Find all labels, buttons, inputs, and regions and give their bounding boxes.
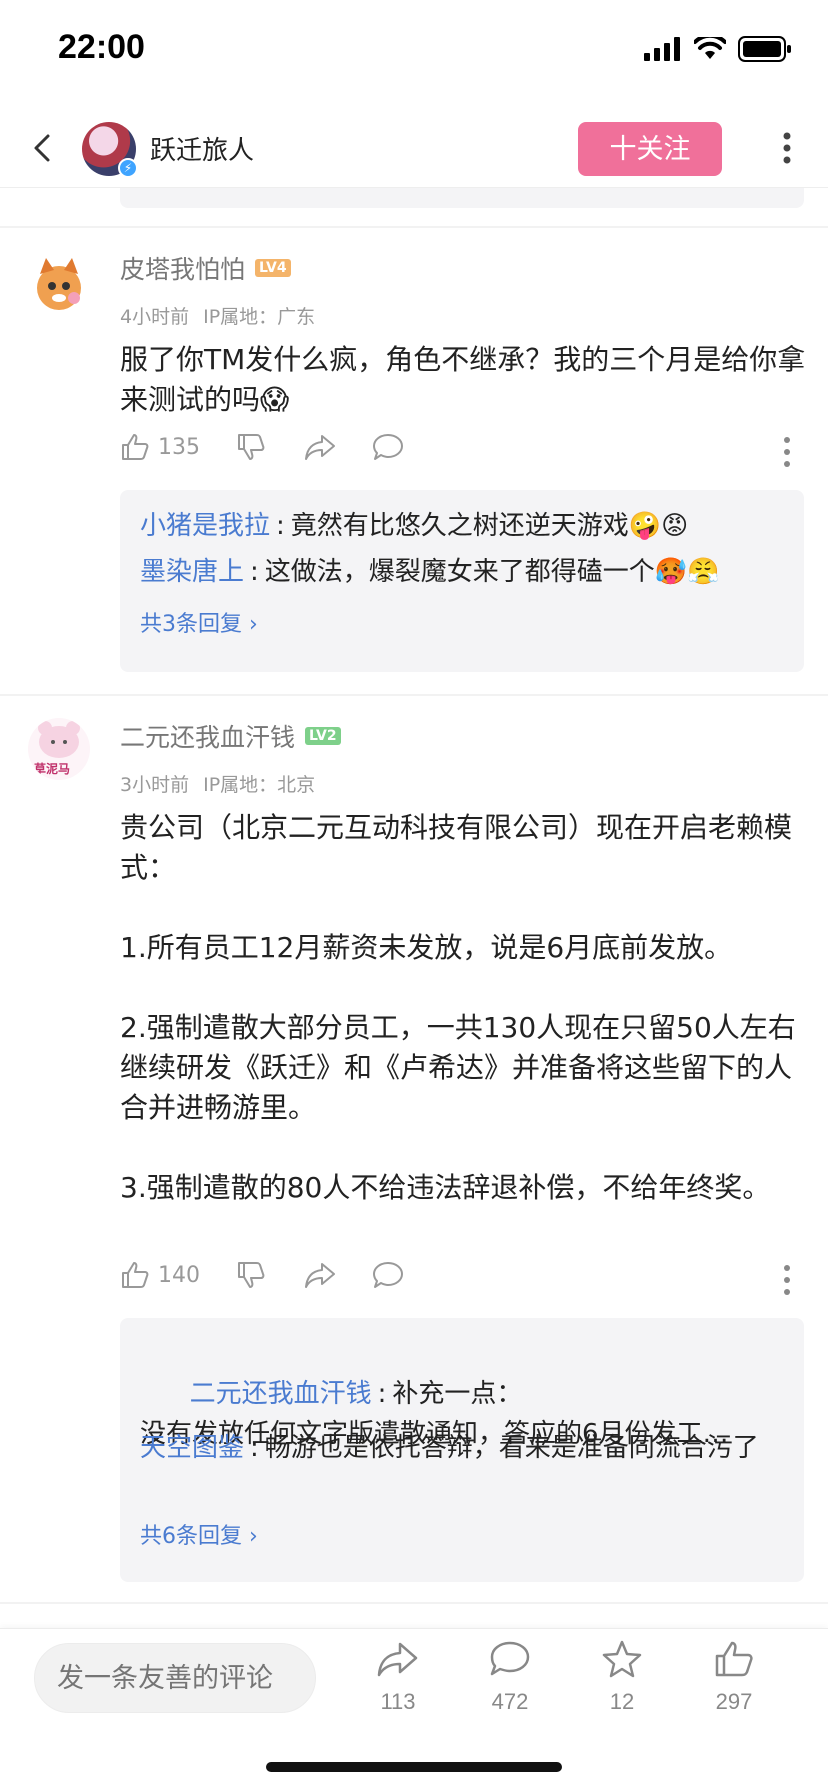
thumb-down-icon — [238, 1262, 265, 1288]
reply-item[interactable]: 小猪是我拉: 竟然有比悠久之树还逆天游戏🤪😡 — [140, 506, 790, 546]
like-count: 135 — [158, 434, 200, 460]
comment-item: 皮塔我怕怕 LV4 4小时前 IP属地：广东 服了你TM发什么疯，角色不继承？我的三… — [0, 228, 828, 694]
reply-button[interactable] — [372, 432, 404, 462]
author-avatar[interactable]: ⚡ — [82, 122, 138, 178]
level-badge: LV4 — [255, 259, 291, 277]
comment-text: 贵公司（北京二元互动科技有限公司）现在开启老赖模式： 1.所有员工12月薪资未发… — [120, 811, 796, 1204]
status-icons — [644, 36, 792, 62]
header: ⚡ 跃迁旅人 十关注 — [0, 108, 828, 188]
dislike-button[interactable] — [236, 1260, 266, 1290]
level-badge: LV2 — [305, 727, 341, 745]
battery-icon — [738, 36, 791, 62]
reply-text: 这做法，爆裂魔女来了都得磕一个🥵😤 — [264, 557, 720, 587]
thumb-up-icon — [715, 1641, 753, 1677]
share-comment-button[interactable] — [304, 1260, 336, 1290]
comment-icon — [490, 1641, 530, 1676]
reply-text: 畅游也是依托答辩，看来是准备同流合污了 — [264, 1433, 759, 1463]
status-time: 22:00 — [58, 28, 145, 66]
thumb-up-icon — [122, 434, 149, 460]
fox-avatar-icon — [28, 254, 90, 316]
verified-icon: ⚡ — [118, 158, 138, 178]
like-count: 140 — [158, 1262, 200, 1288]
avatar-caption: 草泥马 — [34, 762, 71, 776]
share-count: 113 — [380, 1689, 416, 1714]
wifi-icon — [694, 37, 726, 59]
back-icon[interactable] — [24, 128, 64, 168]
comment-meta: 4小时前 IP属地：广东 — [120, 302, 315, 329]
like-count: 297 — [715, 1689, 753, 1714]
comment-input[interactable] — [34, 1643, 316, 1713]
share-icon — [305, 1263, 335, 1288]
comment-username[interactable]: 皮塔我怕怕 LV4 — [120, 250, 291, 286]
home-indicator — [266, 1762, 562, 1772]
more-options-icon[interactable] — [772, 128, 802, 168]
share-comment-button[interactable] — [304, 432, 336, 462]
like-post-button[interactable]: 297 — [694, 1639, 774, 1715]
previous-replies-panel — [120, 188, 804, 208]
comment-ip: IP属地：北京 — [203, 774, 316, 796]
reply-username[interactable]: 二元还我血汗钱 — [190, 1379, 372, 1409]
reply-item[interactable]: 二元还我血汗钱: 补充一点： 没有发放任何文字版遣散通知，答应的6月份发工… — [140, 1334, 790, 1494]
share-button[interactable]: 113 — [358, 1639, 438, 1715]
comment-meta: 3小时前 IP属地：北京 — [120, 770, 315, 797]
reply-item[interactable]: 墨染唐上: 这做法，爆裂魔女来了都得磕一个🥵😤 — [140, 552, 790, 592]
signal-icon — [644, 37, 680, 61]
comments-button[interactable]: 472 — [470, 1639, 550, 1715]
status-bar: 22:00 — [0, 0, 828, 100]
reply-button[interactable] — [372, 1260, 404, 1290]
reply-username[interactable]: 墨染唐上 — [140, 557, 244, 587]
comment-icon — [373, 434, 403, 460]
reply-username[interactable]: 小猪是我拉 — [140, 511, 270, 541]
follow-button[interactable]: 十关注 — [578, 122, 722, 176]
like-button[interactable]: 135 — [120, 432, 200, 462]
reply-text: 竟然有比悠久之树还逆天游戏🤪😡 — [290, 511, 689, 541]
thumb-down-icon — [238, 434, 265, 460]
view-more-replies-link[interactable]: 共6条回复 › — [140, 1518, 258, 1550]
comment-avatar[interactable] — [28, 254, 90, 316]
comment-ip: IP属地：广东 — [203, 306, 316, 328]
comment-username[interactable]: 二元还我血汗钱 LV2 — [120, 718, 341, 754]
comment-more-icon[interactable] — [780, 1262, 794, 1298]
view-more-replies-link[interactable]: 共3条回复 › — [140, 606, 258, 638]
comment-more-icon[interactable] — [780, 434, 794, 470]
divider — [0, 1602, 828, 1604]
comment-time: 3小时前 — [120, 774, 190, 796]
favorite-button[interactable]: 12 — [582, 1639, 662, 1715]
comment-icon — [373, 1262, 403, 1288]
favorite-count: 12 — [609, 1689, 635, 1714]
comment-item: 草泥马 二元还我血汗钱 LV2 3小时前 IP属地：北京 贵公司（北京二元互动科技有… — [0, 696, 828, 1606]
comment-actions: 135 — [120, 432, 800, 472]
share-icon — [377, 1642, 418, 1677]
author-name[interactable]: 跃迁旅人 — [150, 130, 254, 167]
thumb-up-icon — [122, 1262, 149, 1288]
star-icon — [602, 1640, 642, 1678]
reply-username[interactable]: 天空图鉴 — [140, 1433, 244, 1463]
comment-text: 服了你TM发什么疯，角色不继承？我的三个月是给你拿来测试的吗😱 — [120, 343, 806, 416]
reply-item[interactable]: 天空图鉴: 畅游也是依托答辩，看来是准备同流合污了 — [140, 1428, 790, 1468]
comment-count: 472 — [491, 1689, 529, 1714]
replies-panel: 小猪是我拉: 竟然有比悠久之树还逆天游戏🤪😡 墨染唐上: 这做法，爆裂魔女来了都得磕… — [120, 490, 804, 672]
like-button[interactable]: 140 — [120, 1260, 200, 1290]
comment-time: 4小时前 — [120, 306, 190, 328]
comment-avatar[interactable]: 草泥马 — [28, 718, 90, 780]
comment-actions: 140 — [120, 1260, 800, 1300]
replies-panel: 二元还我血汗钱: 补充一点： 没有发放任何文字版遣散通知，答应的6月份发工… 天空… — [120, 1318, 804, 1582]
dislike-button[interactable] — [236, 432, 266, 462]
share-icon — [305, 435, 335, 460]
